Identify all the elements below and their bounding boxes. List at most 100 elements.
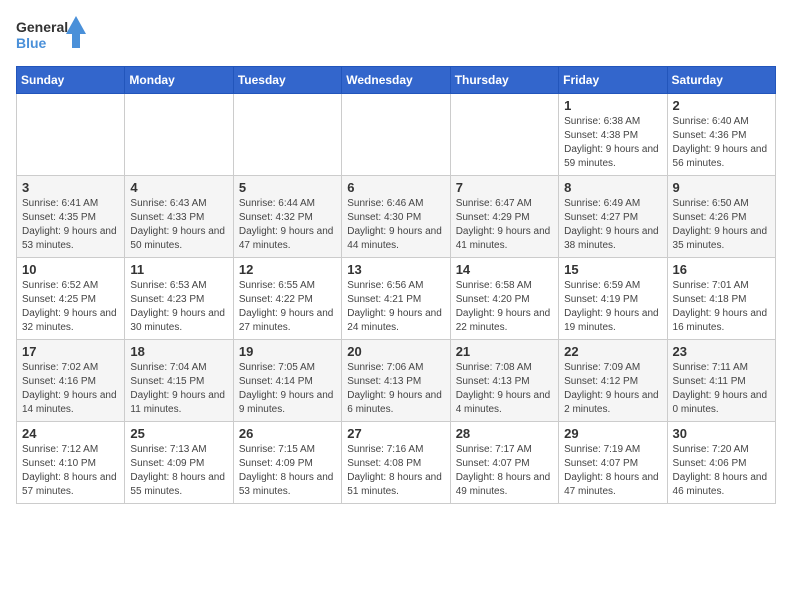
day-info: Sunrise: 7:02 AM Sunset: 4:16 PM Dayligh… <box>22 361 119 417</box>
day-cell: 29 Sunrise: 7:19 AM Sunset: 4:07 PM Dayli… <box>559 422 667 504</box>
day-cell <box>342 94 450 176</box>
col-header-thursday: Thursday <box>450 67 558 94</box>
day-cell: 4Sunrise: 6:43 AM Sunset: 4:33 PM Daylig… <box>125 176 233 258</box>
day-cell: 1 Sunrise: 6:38 AM Sunset: 4:38 PM Daylig… <box>559 94 667 176</box>
day-cell: 19 Sunrise: 7:05 AM Sunset: 4:14 PM Dayli… <box>233 340 341 422</box>
day-number: 4 <box>130 180 227 195</box>
day-info: Sunrise: 6:41 AM Sunset: 4:35 PM Dayligh… <box>22 197 119 253</box>
day-number: 13 <box>347 262 444 277</box>
day-cell: 18 Sunrise: 7:04 AM Sunset: 4:15 PM Dayli… <box>125 340 233 422</box>
day-cell: 23Sunrise: 7:11 AM Sunset: 4:11 PM Dayli… <box>667 340 775 422</box>
page-header: General Blue <box>16 16 776 56</box>
day-cell <box>450 94 558 176</box>
day-cell: 5Sunrise: 6:44 AM Sunset: 4:32 PM Daylig… <box>233 176 341 258</box>
day-number: 1 <box>564 98 661 113</box>
col-header-wednesday: Wednesday <box>342 67 450 94</box>
day-cell: 10 Sunrise: 6:52 AM Sunset: 4:25 PM Dayli… <box>17 258 125 340</box>
day-cell: 2 Sunrise: 6:40 AM Sunset: 4:36 PM Daylig… <box>667 94 775 176</box>
day-info: Sunrise: 6:49 AM Sunset: 4:27 PM Dayligh… <box>564 197 661 253</box>
day-number: 14 <box>456 262 553 277</box>
day-number: 7 <box>456 180 553 195</box>
svg-text:General: General <box>16 19 68 35</box>
week-row-5: 24Sunrise: 7:12 AM Sunset: 4:10 PM Dayli… <box>17 422 776 504</box>
day-number: 17 <box>22 344 119 359</box>
day-info: Sunrise: 6:47 AM Sunset: 4:29 PM Dayligh… <box>456 197 553 253</box>
day-cell: 16 Sunrise: 7:01 AM Sunset: 4:18 PM Dayli… <box>667 258 775 340</box>
day-cell: 15 Sunrise: 6:59 AM Sunset: 4:19 PM Dayli… <box>559 258 667 340</box>
day-info: Sunrise: 7:20 AM Sunset: 4:06 PM Dayligh… <box>673 443 770 499</box>
day-number: 19 <box>239 344 336 359</box>
day-cell <box>233 94 341 176</box>
day-number: 21 <box>456 344 553 359</box>
day-number: 23 <box>673 344 770 359</box>
col-header-tuesday: Tuesday <box>233 67 341 94</box>
day-number: 9 <box>673 180 770 195</box>
day-number: 22 <box>564 344 661 359</box>
day-cell: 22 Sunrise: 7:09 AM Sunset: 4:12 PM Dayli… <box>559 340 667 422</box>
col-header-sunday: Sunday <box>17 67 125 94</box>
calendar-table: SundayMondayTuesdayWednesdayThursdayFrid… <box>16 66 776 504</box>
header-row: SundayMondayTuesdayWednesdayThursdayFrid… <box>17 67 776 94</box>
week-row-1: 1 Sunrise: 6:38 AM Sunset: 4:38 PM Daylig… <box>17 94 776 176</box>
day-cell: 20 Sunrise: 7:06 AM Sunset: 4:13 PM Dayli… <box>342 340 450 422</box>
day-info: Sunrise: 7:13 AM Sunset: 4:09 PM Dayligh… <box>130 443 227 499</box>
logo: General Blue <box>16 16 86 56</box>
day-cell: 24Sunrise: 7:12 AM Sunset: 4:10 PM Dayli… <box>17 422 125 504</box>
day-number: 5 <box>239 180 336 195</box>
day-cell: 9 Sunrise: 6:50 AM Sunset: 4:26 PM Daylig… <box>667 176 775 258</box>
day-info: Sunrise: 6:58 AM Sunset: 4:20 PM Dayligh… <box>456 279 553 335</box>
day-cell: 8 Sunrise: 6:49 AM Sunset: 4:27 PM Daylig… <box>559 176 667 258</box>
day-cell: 25 Sunrise: 7:13 AM Sunset: 4:09 PM Dayli… <box>125 422 233 504</box>
day-info: Sunrise: 7:19 AM Sunset: 4:07 PM Dayligh… <box>564 443 661 499</box>
day-info: Sunrise: 6:46 AM Sunset: 4:30 PM Dayligh… <box>347 197 444 253</box>
day-number: 15 <box>564 262 661 277</box>
day-cell: 13Sunrise: 6:56 AM Sunset: 4:21 PM Dayli… <box>342 258 450 340</box>
day-cell: 17 Sunrise: 7:02 AM Sunset: 4:16 PM Dayli… <box>17 340 125 422</box>
day-info: Sunrise: 7:04 AM Sunset: 4:15 PM Dayligh… <box>130 361 227 417</box>
day-info: Sunrise: 6:50 AM Sunset: 4:26 PM Dayligh… <box>673 197 770 253</box>
day-cell: 28 Sunrise: 7:17 AM Sunset: 4:07 PM Dayli… <box>450 422 558 504</box>
day-cell: 12Sunrise: 6:55 AM Sunset: 4:22 PM Dayli… <box>233 258 341 340</box>
day-cell <box>17 94 125 176</box>
day-number: 29 <box>564 426 661 441</box>
day-number: 20 <box>347 344 444 359</box>
col-header-monday: Monday <box>125 67 233 94</box>
col-header-saturday: Saturday <box>667 67 775 94</box>
day-number: 3 <box>22 180 119 195</box>
day-cell: 21 Sunrise: 7:08 AM Sunset: 4:13 PM Dayli… <box>450 340 558 422</box>
day-info: Sunrise: 7:17 AM Sunset: 4:07 PM Dayligh… <box>456 443 553 499</box>
day-cell: 6 Sunrise: 6:46 AM Sunset: 4:30 PM Daylig… <box>342 176 450 258</box>
week-row-2: 3 Sunrise: 6:41 AM Sunset: 4:35 PM Daylig… <box>17 176 776 258</box>
day-number: 6 <box>347 180 444 195</box>
day-info: Sunrise: 6:52 AM Sunset: 4:25 PM Dayligh… <box>22 279 119 335</box>
day-number: 10 <box>22 262 119 277</box>
day-number: 26 <box>239 426 336 441</box>
day-info: Sunrise: 7:09 AM Sunset: 4:12 PM Dayligh… <box>564 361 661 417</box>
day-cell: 27Sunrise: 7:16 AM Sunset: 4:08 PM Dayli… <box>342 422 450 504</box>
day-cell: 7 Sunrise: 6:47 AM Sunset: 4:29 PM Daylig… <box>450 176 558 258</box>
day-info: Sunrise: 6:59 AM Sunset: 4:19 PM Dayligh… <box>564 279 661 335</box>
svg-text:Blue: Blue <box>16 35 47 51</box>
day-info: Sunrise: 6:55 AM Sunset: 4:22 PM Dayligh… <box>239 279 336 335</box>
day-info: Sunrise: 7:01 AM Sunset: 4:18 PM Dayligh… <box>673 279 770 335</box>
day-info: Sunrise: 7:05 AM Sunset: 4:14 PM Dayligh… <box>239 361 336 417</box>
day-number: 24 <box>22 426 119 441</box>
day-number: 30 <box>673 426 770 441</box>
week-row-4: 17 Sunrise: 7:02 AM Sunset: 4:16 PM Dayli… <box>17 340 776 422</box>
day-number: 28 <box>456 426 553 441</box>
day-number: 2 <box>673 98 770 113</box>
day-info: Sunrise: 7:08 AM Sunset: 4:13 PM Dayligh… <box>456 361 553 417</box>
day-number: 25 <box>130 426 227 441</box>
day-info: Sunrise: 6:38 AM Sunset: 4:38 PM Dayligh… <box>564 115 661 171</box>
day-number: 16 <box>673 262 770 277</box>
logo-svg: General Blue <box>16 16 86 56</box>
day-info: Sunrise: 6:40 AM Sunset: 4:36 PM Dayligh… <box>673 115 770 171</box>
day-cell: 3 Sunrise: 6:41 AM Sunset: 4:35 PM Daylig… <box>17 176 125 258</box>
day-number: 18 <box>130 344 227 359</box>
day-number: 27 <box>347 426 444 441</box>
day-cell: 11Sunrise: 6:53 AM Sunset: 4:23 PM Dayli… <box>125 258 233 340</box>
col-header-friday: Friday <box>559 67 667 94</box>
day-info: Sunrise: 6:53 AM Sunset: 4:23 PM Dayligh… <box>130 279 227 335</box>
day-number: 8 <box>564 180 661 195</box>
day-info: Sunrise: 7:06 AM Sunset: 4:13 PM Dayligh… <box>347 361 444 417</box>
